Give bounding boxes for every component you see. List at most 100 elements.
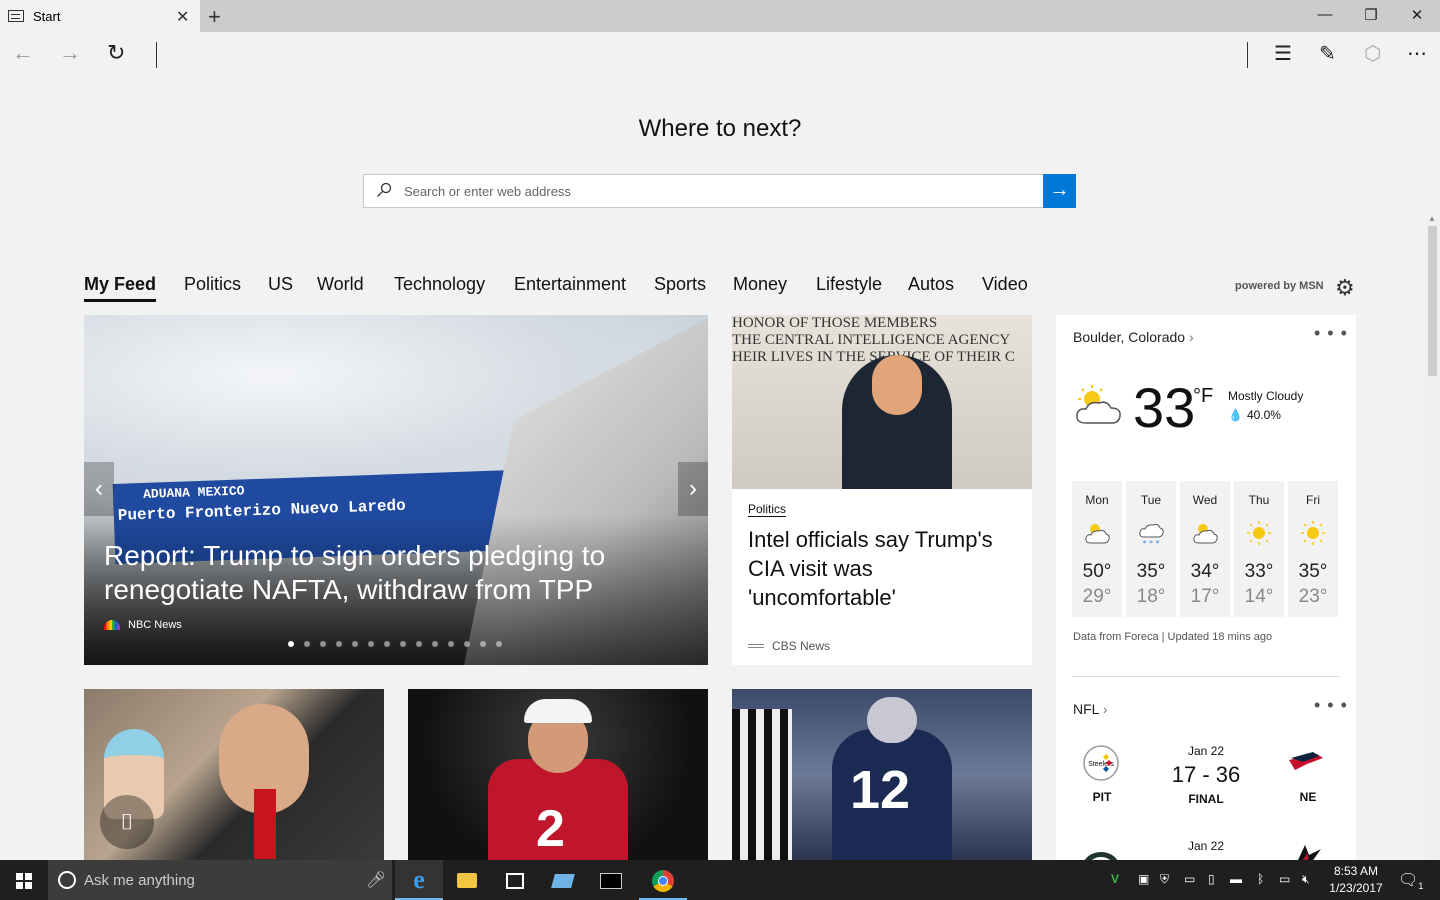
close-window-button[interactable]: ✕ (1407, 6, 1427, 24)
start-button[interactable] (0, 860, 48, 900)
nfl-more-button[interactable]: • • • (1314, 695, 1348, 716)
more-icon[interactable]: ⋯ (1407, 41, 1427, 66)
carousel-prev-button[interactable]: ‹ (84, 462, 114, 516)
notification-count: 1 (1418, 881, 1424, 892)
carousel-dot[interactable] (400, 641, 406, 647)
home-team: PIT (1092, 790, 1112, 804)
close-tab-icon[interactable]: ✕ (176, 7, 189, 27)
refresh-button[interactable]: ↻ (107, 40, 125, 66)
restore-button[interactable]: ❐ (1361, 6, 1381, 24)
edge-app-icon[interactable]: e (395, 860, 443, 900)
volume-muted-icon[interactable]: 🔇︎ (1302, 872, 1310, 887)
tab-video[interactable]: Video (982, 274, 1028, 295)
wall-line: THE CENTRAL INTELLIGENCE AGENCY (732, 332, 1011, 348)
forecast-high: 34° (1190, 561, 1220, 582)
carousel-dot[interactable] (384, 641, 390, 647)
carousel-dot[interactable] (432, 641, 438, 647)
carousel-dot[interactable] (416, 641, 422, 647)
news-thumbnail[interactable]: 2 (408, 689, 708, 860)
go-button[interactable]: → (1043, 174, 1076, 208)
cortana-search[interactable]: Ask me anything 🎤︎ (48, 860, 392, 900)
scroll-thumb[interactable] (1428, 226, 1437, 376)
forecast-day[interactable]: Wed 34° 17° (1180, 481, 1230, 617)
tray-app-icon[interactable]: ▣ (1138, 872, 1149, 886)
shield-icon[interactable]: ⛨ (1160, 872, 1169, 887)
carousel-dot[interactable] (368, 641, 374, 647)
news-thumbnail[interactable]: ⌷ (84, 689, 384, 860)
carousel-dot[interactable] (480, 641, 486, 647)
microphone-icon[interactable]: 🎤︎ (366, 870, 386, 890)
tab-entertainment[interactable]: Entertainment (514, 274, 626, 295)
search-input[interactable]: Search or enter web address → (363, 174, 1076, 208)
tab-lifestyle[interactable]: Lifestyle (816, 274, 882, 295)
battery-icon[interactable]: ▭ (1279, 872, 1290, 886)
partly-cloudy-icon (1083, 519, 1111, 547)
page-title: Where to next? (638, 115, 802, 142)
gear-icon[interactable]: ⚙ (1335, 275, 1355, 301)
notification-icon[interactable]: 🗨︎1 (1398, 870, 1423, 891)
tray-app-icon[interactable]: ▭ (1184, 872, 1195, 886)
command-prompt-icon[interactable] (587, 860, 635, 900)
tab-my-feed[interactable]: My Feed (84, 274, 157, 302)
file-explorer-icon[interactable] (443, 860, 491, 900)
carousel-next-button[interactable]: › (678, 462, 708, 516)
speaker-face (872, 355, 922, 415)
tab-start[interactable]: Start ✕ (0, 0, 200, 32)
tab-sports[interactable]: Sports (654, 274, 706, 295)
forecast-day[interactable]: Tue * * * 35° 18° (1126, 481, 1176, 617)
nfl-title[interactable]: NFL › (1073, 701, 1108, 717)
forecast-day[interactable]: Fri 35° 23° (1288, 481, 1338, 617)
tab-politics[interactable]: Politics (184, 274, 241, 295)
weather-location[interactable]: Boulder, Colorado › (1073, 329, 1194, 345)
back-button[interactable]: ← (12, 40, 34, 66)
nav-bar: ← → ↻ ☰ ✎ ⬡ ⋯ (0, 32, 1440, 76)
app-icon[interactable] (539, 860, 587, 900)
news-thumbnail[interactable]: 12 (732, 689, 1032, 860)
hero-headline[interactable]: Report: Trump to sign orders pledging to… (104, 539, 664, 607)
carousel-dot[interactable] (336, 641, 342, 647)
tray-app-icon[interactable]: ▬ (1230, 872, 1242, 886)
hero-carousel[interactable]: ADUANA MEXICO Puerto Fronterizo Nuevo La… (84, 315, 708, 665)
temperature-unit[interactable]: °F (1193, 385, 1213, 408)
carousel-dot[interactable] (464, 641, 470, 647)
carousel-dot[interactable] (448, 641, 454, 647)
away-team: NE (1299, 790, 1317, 804)
forecast-day-name: Wed (1192, 493, 1218, 507)
tab-money[interactable]: Money (733, 274, 787, 295)
carousel-dot[interactable] (496, 641, 502, 647)
forecast-day[interactable]: Thu 33° 14° (1234, 481, 1284, 617)
tab-technology[interactable]: Technology (394, 274, 485, 295)
forward-button[interactable]: → (59, 40, 81, 66)
store-icon[interactable] (491, 860, 539, 900)
chrome-icon[interactable] (639, 860, 687, 900)
hub-icon[interactable]: ☰ (1274, 41, 1292, 66)
new-tab-button[interactable]: + (208, 4, 221, 30)
bluetooth-icon[interactable]: ᛒ (1257, 872, 1264, 886)
scrollbar[interactable]: ▲ (1425, 212, 1440, 860)
tab-us[interactable]: US (268, 274, 293, 295)
carousel-dot[interactable] (288, 641, 294, 647)
article-category[interactable]: Politics (748, 502, 787, 517)
carousel-dot[interactable] (320, 641, 326, 647)
tray-app-icon[interactable]: V (1111, 872, 1119, 886)
article-card[interactable]: HONOR OF THOSE MEMBERS THE CENTRAL INTEL… (732, 315, 1032, 665)
jersey-number: 2 (536, 800, 565, 858)
game-row[interactable]: Steelers PIT Jan 22 17 - 36 FINAL NE (1072, 744, 1340, 824)
weather-condition: Mostly Cloudy (1228, 389, 1304, 403)
svg-text:* * *: * * * (1142, 539, 1159, 547)
tab-world[interactable]: World (317, 274, 364, 295)
article-headline[interactable]: Intel officials say Trump's CIA visit wa… (748, 525, 1018, 612)
web-note-icon[interactable]: ✎ (1319, 41, 1336, 66)
carousel-dot[interactable] (352, 641, 358, 647)
carousel-dot[interactable] (304, 641, 310, 647)
usb-icon[interactable]: ▯ (1208, 872, 1215, 886)
minimize-button[interactable]: — (1315, 6, 1335, 23)
system-clock[interactable]: 8:53 AM 1/23/2017 (1324, 863, 1388, 897)
scroll-up-icon[interactable]: ▲ (1428, 214, 1436, 223)
weather-more-button[interactable]: • • • (1314, 323, 1348, 344)
forecast-day[interactable]: Mon 50° 29° (1072, 481, 1122, 617)
share-icon[interactable]: ⬡ (1364, 41, 1381, 66)
tab-autos[interactable]: Autos (908, 274, 954, 295)
precipitation: 💧 40.0% (1228, 408, 1281, 422)
game-status: FINAL (1188, 792, 1224, 806)
